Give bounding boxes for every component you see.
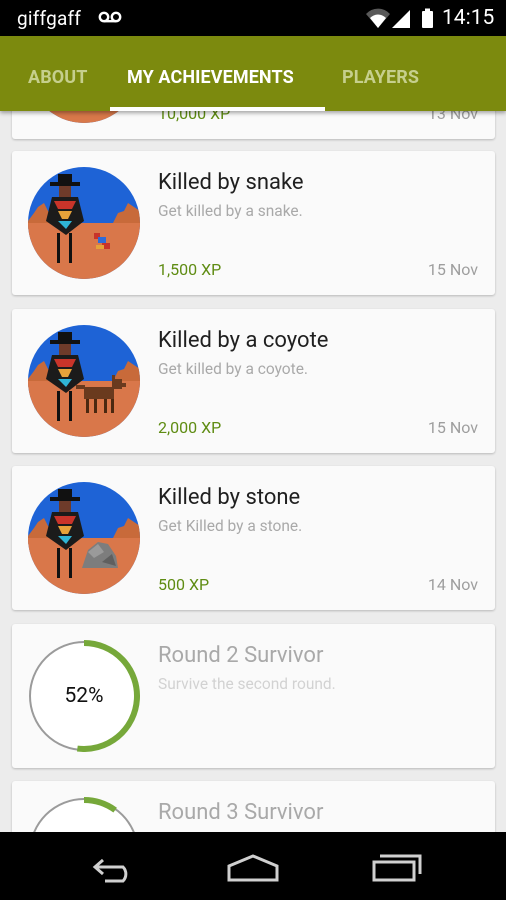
- achievement-title: Round 2 Survivor: [158, 643, 324, 668]
- status-icons: [364, 7, 438, 29]
- achievement-title: Round 3 Survivor: [158, 800, 324, 825]
- achievement-card-round-3-survivor[interactable]: Round 3 Survivor: [12, 781, 495, 832]
- tab-about[interactable]: ABOUT: [28, 67, 88, 88]
- clock: 14:15: [442, 6, 495, 30]
- coyote-achievement-image: [28, 325, 140, 437]
- achievement-card[interactable]: 10,000 XP 13 Nov: [12, 111, 495, 139]
- achievement-description: Survive the second round.: [158, 675, 336, 693]
- achievement-date: 15 Nov: [427, 418, 478, 437]
- achievement-xp: 2,000 XP: [158, 418, 222, 437]
- achievement-title: Killed by a coyote: [158, 328, 329, 353]
- achievement-card-killed-by-stone[interactable]: Killed by stone Get Killed by a stone. 5…: [12, 466, 495, 610]
- achievement-date: 13 Nov: [427, 111, 478, 123]
- home-icon[interactable]: [223, 850, 283, 884]
- voicemail-icon: [98, 9, 122, 25]
- achievement-xp: 1,500 XP: [158, 260, 222, 279]
- achievement-card-killed-by-coyote[interactable]: Killed by a coyote Get killed by a coyot…: [12, 309, 495, 453]
- snake-achievement-image: [28, 167, 140, 279]
- achievement-card-round-2-survivor[interactable]: 52% Round 2 Survivor Survive the second …: [12, 624, 495, 768]
- achievement-date: 14 Nov: [427, 575, 478, 594]
- achievement-image: [28, 111, 140, 123]
- achievement-description: Get Killed by a stone.: [158, 517, 303, 535]
- tab-bar: ABOUT MY ACHIEVEMENTS PLAYERS: [0, 36, 506, 111]
- status-bar: giffgaff 14:15: [0, 0, 506, 36]
- active-tab-indicator: [110, 107, 325, 111]
- achievement-title: Killed by stone: [158, 485, 301, 510]
- wifi-icon: [366, 8, 390, 29]
- achievement-xp: 500 XP: [158, 575, 210, 594]
- achievement-card-killed-by-snake[interactable]: Killed by snake Get killed by a snake. 1…: [12, 151, 495, 295]
- achievement-description: Get killed by a coyote.: [158, 360, 309, 378]
- tab-players[interactable]: PLAYERS: [342, 67, 419, 88]
- achievement-list[interactable]: 10,000 XP 13 Nov Killed by snake Get kil…: [0, 111, 506, 832]
- carrier-name: giffgaff: [17, 7, 82, 30]
- achievement-title: Killed by snake: [158, 170, 304, 195]
- progress-ring: [28, 797, 140, 832]
- recent-apps-icon[interactable]: [366, 850, 426, 884]
- stone-achievement-image: [28, 482, 140, 594]
- tab-my-achievements[interactable]: MY ACHIEVEMENTS: [127, 67, 294, 88]
- battery-icon: [422, 8, 433, 28]
- navigation-bar: [0, 832, 506, 900]
- achievement-description: Get killed by a snake.: [158, 202, 303, 220]
- progress-percent: 52%: [64, 684, 104, 708]
- signal-icon: [392, 10, 410, 28]
- back-icon[interactable]: [83, 850, 143, 884]
- achievement-xp: 10,000 XP: [158, 111, 231, 123]
- achievement-date: 15 Nov: [427, 260, 478, 279]
